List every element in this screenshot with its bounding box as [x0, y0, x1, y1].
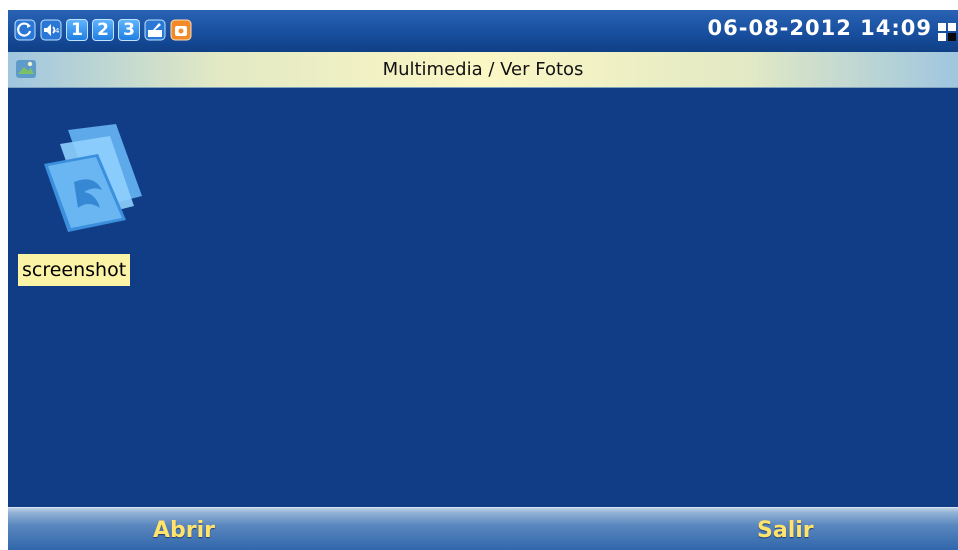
open-softkey[interactable]: Abrir	[153, 508, 215, 550]
phone-screen: 4 1 2 3 06-08-2012 14:09 Multimedia / Ve…	[8, 10, 958, 550]
status-datetime: 06-08-2012 14:09	[707, 16, 932, 40]
title-bar: Multimedia / Ver Fotos	[8, 52, 958, 88]
missed-call-icon	[170, 19, 192, 41]
file-browser: screenshot	[8, 88, 958, 508]
line-1-icon: 1	[66, 19, 88, 41]
line-3-number: 3	[123, 20, 135, 40]
volume-icon: 4	[40, 19, 62, 41]
softkey-bar: Abrir Salir	[8, 507, 958, 550]
line-1-number: 1	[71, 20, 83, 40]
exit-softkey[interactable]: Salir	[757, 508, 814, 550]
line-3-icon: 3	[118, 19, 140, 41]
folder-item-screenshot[interactable]: screenshot	[18, 124, 158, 299]
folder-label: screenshot	[18, 254, 131, 286]
screen-title: Multimedia / Ver Fotos	[382, 59, 584, 80]
edit-icon	[144, 19, 166, 41]
line-2-icon: 2	[92, 19, 114, 41]
refresh-icon	[14, 19, 36, 41]
folder-icon	[44, 124, 142, 232]
status-bar: 4 1 2 3 06-08-2012 14:09	[8, 10, 958, 52]
network-status-icon	[938, 23, 956, 41]
line-2-number: 2	[97, 20, 109, 40]
svg-text:4: 4	[55, 27, 60, 35]
